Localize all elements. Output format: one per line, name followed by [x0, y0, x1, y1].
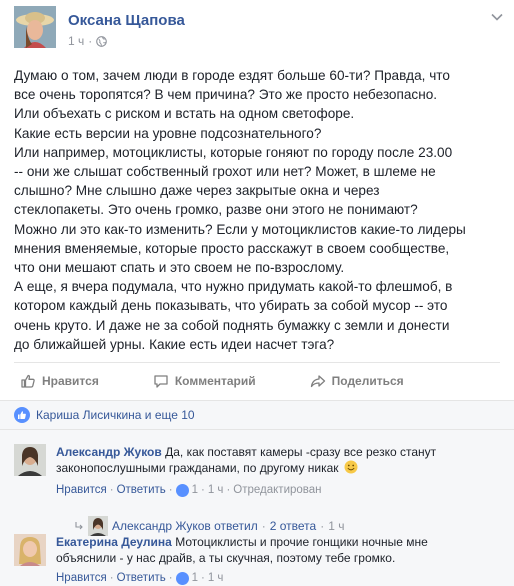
like-button-label: Нравится	[42, 373, 99, 388]
post-line: Какие есть версии на уровне подсознатель…	[14, 125, 322, 141]
comment-like-link[interactable]: Нравится	[56, 570, 107, 586]
comment-like-count[interactable]: 1	[192, 570, 198, 586]
commenter-name[interactable]: Александр Жуков	[56, 445, 162, 459]
comment-button-label: Комментарий	[174, 373, 256, 388]
smiley-emoji-icon	[344, 460, 358, 474]
like-reaction-icon	[175, 571, 189, 585]
like-reaction-icon	[14, 407, 30, 423]
commenter-avatar[interactable]	[14, 444, 46, 476]
comment-like-count[interactable]: 1	[192, 482, 198, 498]
author-name[interactable]: Оксана Щапова	[68, 12, 185, 29]
comment-text-line: объяснили - у нас драйв, а ты скучная, п…	[56, 551, 396, 565]
post-time[interactable]: 1 ч	[68, 34, 84, 48]
post-line: Можно ли это как-то изменить? Если у мот…	[14, 221, 466, 237]
reactions-text[interactable]: Кариша Лисичкина и еще 10	[36, 408, 195, 422]
post-line: что они мешают спать и это своем не по-в…	[14, 260, 345, 276]
reactions-summary[interactable]: Кариша Лисичкина и еще 10	[0, 400, 514, 430]
comment-text-line: Мотоциклисты и прочие гонщики ночные мне	[175, 535, 428, 549]
comment-body: Александр Жуков Да, как поставят камеры …	[56, 444, 506, 498]
thumbs-up-icon	[21, 374, 35, 388]
like-button[interactable]: Нравится	[14, 373, 99, 389]
post-line: до ближайшей урны. Какие есть идеи насче…	[14, 336, 335, 352]
comment-time[interactable]: 1 ч	[208, 482, 224, 498]
comment-button[interactable]: Комментарий	[147, 373, 256, 389]
post-line: очень круто. И даже не за собой поднять …	[14, 317, 450, 333]
post-line: котором каждый день показывать, что убир…	[14, 298, 448, 314]
reply-author-text[interactable]: Александр Жуков ответил	[112, 519, 258, 533]
globe-icon[interactable]	[96, 35, 108, 47]
post-actions-bar: Нравится Комментарий Поделиться	[14, 362, 500, 398]
comment-actions: Нравится · Ответить · 1 · 1 ч	[56, 570, 224, 586]
comment-text-line: Да, как поставят камеры -сразу все резко…	[165, 445, 437, 459]
replies-summary[interactable]: Александр Жуков ответил · 2 ответа · 1 ч	[74, 516, 344, 536]
commenter-name[interactable]: Екатерина Деулина	[56, 535, 172, 549]
comment-like-link[interactable]: Нравится	[56, 482, 107, 498]
author-avatar[interactable]	[14, 6, 56, 48]
reply-author-avatar	[88, 516, 108, 536]
post-line: Думаю о том, зачем люди в городе ездят б…	[14, 68, 450, 83]
post-line: все очень торопятся? В чем причина? Это …	[14, 87, 438, 103]
share-button[interactable]: Поделиться	[304, 373, 404, 389]
comment-text-line: законопослушными гражданами, по другому …	[56, 461, 339, 475]
post-line: мнения вменяемые, которые просто расскаж…	[14, 240, 450, 256]
comment-time[interactable]: 1 ч	[208, 570, 224, 586]
comment: Екатерина Деулина Мотоциклисты и прочие …	[14, 534, 504, 586]
reply-count[interactable]: 2 ответа	[270, 519, 316, 533]
post-line: А еще, я вчера подумала, что нужно приду…	[14, 279, 453, 295]
post-header: Оксана Щапова 1 ч ·	[14, 6, 504, 52]
comment-reply-link[interactable]: Ответить	[117, 570, 166, 586]
reply-arrow-icon	[75, 522, 83, 530]
post-line: стеклопакеты. Это очень громко, разве он…	[14, 202, 418, 218]
comment-actions: Нравится · Ответить · 1 · 1 ч · Отредакт…	[56, 482, 322, 498]
like-reaction-icon	[175, 483, 189, 497]
chevron-down-icon[interactable]	[490, 10, 504, 24]
comment-reply-link[interactable]: Ответить	[117, 482, 166, 498]
post-line: Или объехать с риском и встать на одном …	[14, 106, 355, 122]
post-meta: 1 ч ·	[68, 34, 108, 48]
share-button-label: Поделиться	[331, 373, 404, 388]
comments-section: Александр Жуков Да, как поставят камеры …	[0, 430, 514, 586]
share-arrow-icon	[310, 374, 325, 387]
post-line: Или например, мотоциклисты, которые гоня…	[14, 144, 453, 160]
comment-body: Екатерина Деулина Мотоциклисты и прочие …	[56, 534, 506, 586]
post-line: -- они же слышат собственный грохот или …	[14, 164, 436, 180]
commenter-avatar[interactable]	[14, 534, 46, 566]
post-body: Думаю о том, зачем люди в городе ездят б…	[14, 66, 500, 354]
comment-edited-label: Отредактирован	[233, 484, 322, 496]
comment: Александр Жуков Да, как поставят камеры …	[14, 444, 504, 540]
reply-time[interactable]: 1 ч	[328, 519, 344, 533]
speech-bubble-icon	[154, 374, 168, 388]
post-line: слышно? Мне слышно даже через закрытые о…	[14, 183, 380, 199]
